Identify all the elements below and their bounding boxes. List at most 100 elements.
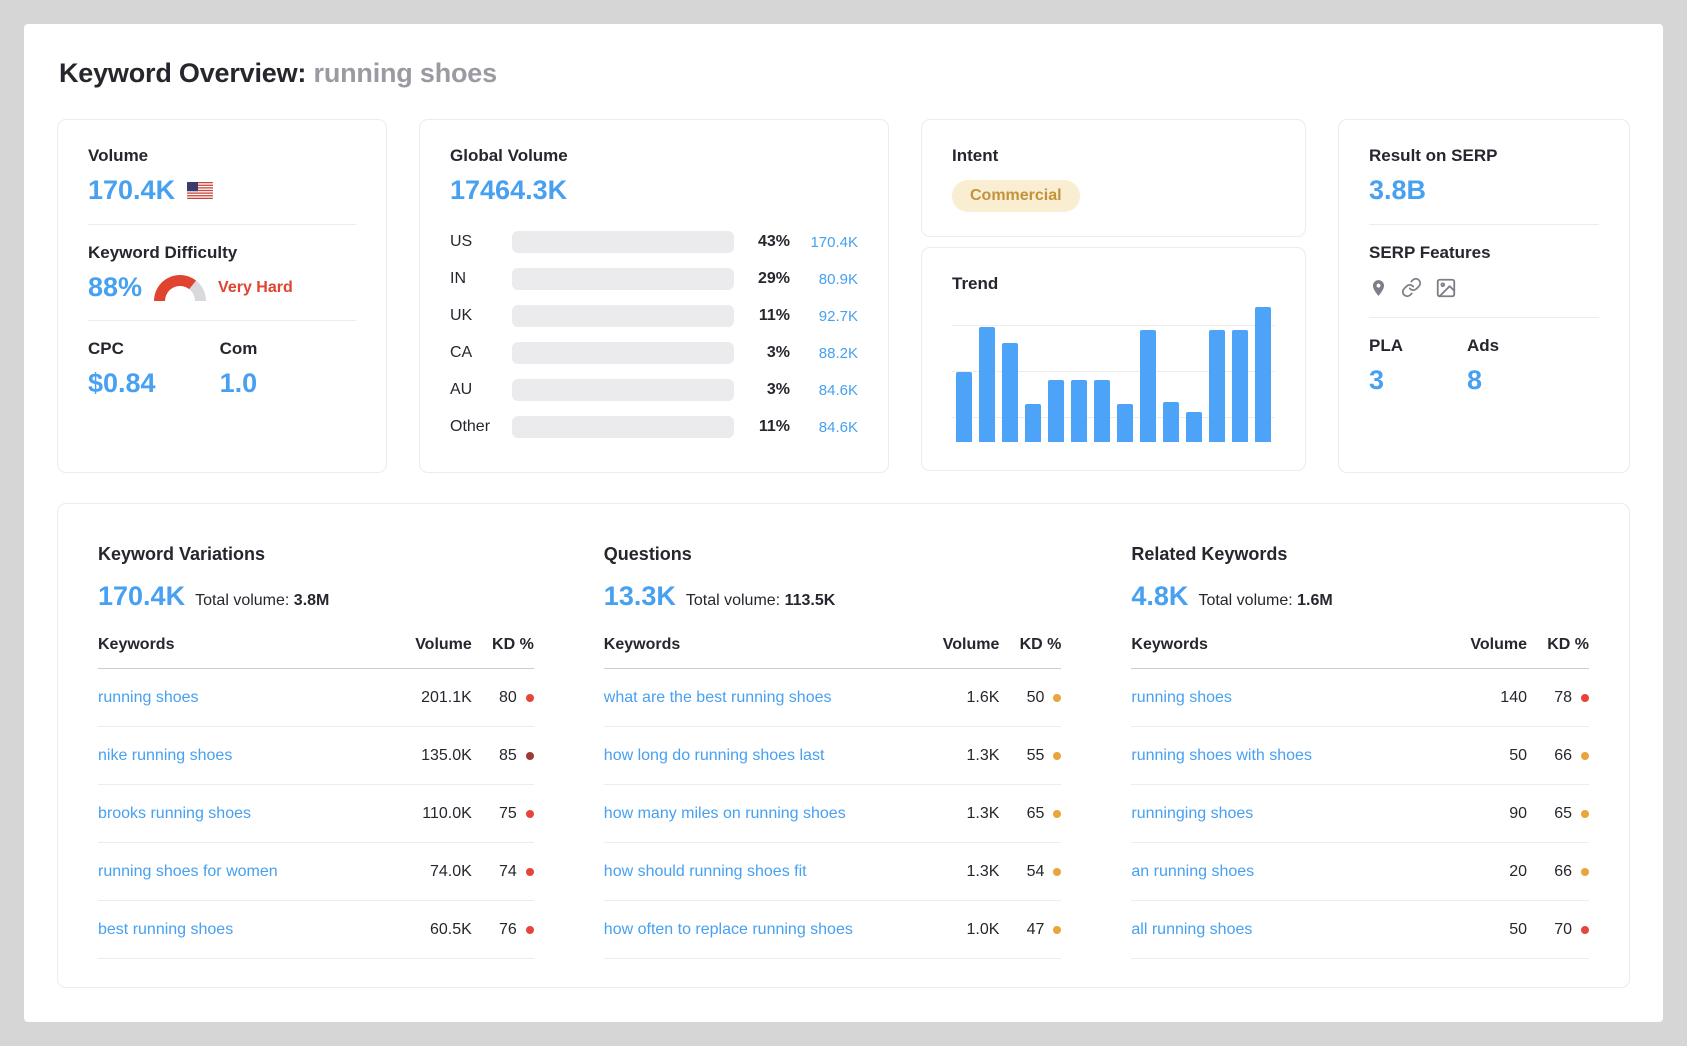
kd-dot [1053,868,1061,876]
keyword-link[interactable]: all running shoes [1131,921,1455,939]
pla-label: PLA [1369,336,1403,356]
kd-cell: 74 [472,863,534,881]
table-row: what are the best running shoes 1.6K 50 [604,669,1062,727]
keyword-link[interactable]: how long do running shoes last [604,747,928,765]
com-label: Com [220,339,258,359]
overview-cards-row: Volume 170.4K [57,119,1630,471]
table-header: Keywords Volume KD % [1131,636,1589,669]
volume-value: 60.5K [400,921,472,939]
total-volume-value: 1.6M [1297,592,1333,609]
kd-cell: 80 [472,689,534,707]
volume-value: 110.0K [400,805,472,823]
country-volume-link[interactable]: 170.4K [804,234,858,251]
location-pin-icon [1369,277,1388,299]
trend-chart [952,307,1275,442]
table-row: how should running shoes fit 1.3K 54 [604,843,1062,901]
global-volume-breakdown: US 43% 170.4K IN 29% 80.9K UK 11% 92.7K [450,224,858,446]
serp-features-icons [1369,277,1599,299]
related-keywords-count: 4.8K [1131,581,1188,612]
table-row: how often to replace running shoes 1.0K … [604,901,1062,959]
kd-value: 47 [1027,921,1045,939]
kd-value: 66 [1554,747,1572,765]
result-on-serp-label: Result on SERP [1369,146,1599,166]
kd-cell: 54 [999,863,1061,881]
keyword-link[interactable]: running shoes for women [98,863,400,881]
com-value: 1.0 [220,369,258,399]
country-volume-link[interactable]: 88.2K [804,345,858,362]
volume-value: 50 [1455,747,1527,765]
volume-value: 201.1K [400,689,472,707]
kd-cell: 65 [999,805,1061,823]
volume-column-header: Volume [400,636,472,654]
us-flag-icon [187,182,213,199]
related-keywords-total: Total volume: 1.6M [1198,592,1332,610]
keyword-link[interactable]: an running shoes [1131,863,1455,881]
serp-features-label: SERP Features [1369,243,1599,263]
keyword-link[interactable]: brooks running shoes [98,805,400,823]
com-block: Com 1.0 [220,339,258,399]
kd-dot [1053,752,1061,760]
table-header: Keywords Volume KD % [604,636,1062,669]
kd-dot [526,868,534,876]
country-volume-link[interactable]: 84.6K [804,419,858,436]
intent-badge[interactable]: Commercial [952,180,1080,212]
table-row: running shoes 140 78 [1131,669,1589,727]
keyword-variations-section: Keyword Variations 170.4K Total volume: … [98,544,534,959]
keyword-link[interactable]: how should running shoes fit [604,863,928,881]
cpc-value: $0.84 [88,369,156,399]
country-volume-link[interactable]: 92.7K [804,308,858,325]
intent-card: Intent Commercial [921,119,1306,237]
kd-value: 66 [1554,863,1572,881]
keyword-link[interactable]: what are the best running shoes [604,689,928,707]
divider [1369,224,1599,225]
country-label: IN [450,270,498,288]
keyword-link[interactable]: how many miles on running shoes [604,805,928,823]
total-volume-label: Total volume: [195,592,289,609]
volume-value: 1.6K [927,689,999,707]
table-row: all running shoes 50 70 [1131,901,1589,959]
country-volume-link[interactable]: 80.9K [804,271,858,288]
trend-bar [1255,307,1271,442]
table-row: brooks running shoes 110.0K 75 [98,785,534,843]
kd-value: 65 [1554,805,1572,823]
volume-value: 140 [1455,689,1527,707]
kd-value: 65 [1027,805,1045,823]
keyword-link[interactable]: running shoes with shoes [1131,747,1455,765]
image-icon [1435,277,1457,299]
kd-cell: 78 [1527,689,1589,707]
kd-value: 70 [1554,921,1572,939]
keyword-link[interactable]: running shoes [98,689,400,707]
kd-column-header: KD % [999,636,1061,654]
kd-value: 55 [1027,747,1045,765]
divider [88,320,356,321]
country-volume-link[interactable]: 84.6K [804,382,858,399]
difficulty-rating: Very Hard [218,279,293,297]
kd-value: 85 [499,747,517,765]
keyword-overview-page: Keyword Overview: running shoes Volume 1… [24,24,1663,1022]
country-percent: 11% [748,418,790,436]
questions-section: Questions 13.3K Total volume: 113.5K Key… [604,544,1062,959]
keyword-link[interactable]: runninging shoes [1131,805,1455,823]
kd-value: 50 [1027,689,1045,707]
keyword-link[interactable]: best running shoes [98,921,400,939]
trend-bar [1025,404,1041,442]
country-row: Other 11% 84.6K [450,409,858,446]
trend-card: Trend [921,247,1306,471]
keyword-link[interactable]: running shoes [1131,689,1455,707]
related-keywords-section: Related Keywords 4.8K Total volume: 1.6M… [1131,544,1589,959]
trend-bar [1002,343,1018,442]
kd-dot [1581,810,1589,818]
country-bar [512,231,734,253]
country-label: AU [450,381,498,399]
kd-value: 76 [499,921,517,939]
global-volume-card: Global Volume 17464.3K US 43% 170.4K IN … [419,119,889,473]
kd-value: 54 [1027,863,1045,881]
kd-value: 75 [499,805,517,823]
country-label: UK [450,307,498,325]
kd-value: 78 [1554,689,1572,707]
divider [1369,317,1599,318]
country-row: UK 11% 92.7K [450,298,858,335]
keyword-link[interactable]: how often to replace running shoes [604,921,928,939]
keyword-link[interactable]: nike running shoes [98,747,400,765]
kd-dot [1053,810,1061,818]
